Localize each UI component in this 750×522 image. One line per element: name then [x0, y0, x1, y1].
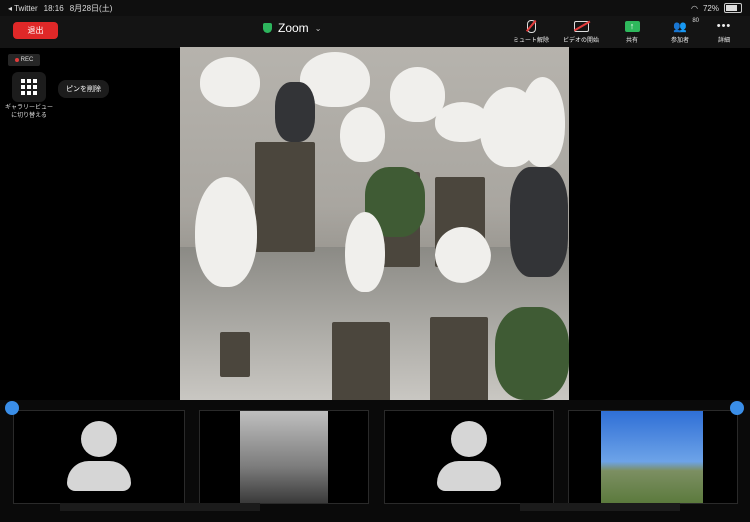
wooden-post: [255, 142, 315, 252]
start-video-label: ビデオの開始: [562, 38, 599, 44]
main-video-feed: [180, 47, 569, 400]
share-label: 共有: [625, 38, 638, 44]
wooden-post: [430, 317, 488, 400]
more-button[interactable]: ••• 詳細: [701, 18, 747, 44]
wooden-post: [332, 322, 390, 400]
meeting-title: Zoom: [278, 21, 309, 35]
leave-button[interactable]: 退出: [13, 22, 58, 39]
mic-off-icon: [526, 19, 536, 33]
egret: [345, 212, 385, 292]
egret: [340, 107, 385, 162]
wooden-post: [220, 332, 250, 377]
clock-time: 18:16: [43, 4, 64, 13]
battery-icon: [724, 3, 742, 13]
wifi-icon: ◠: [691, 3, 698, 13]
video-off-icon: [573, 20, 589, 32]
battery-percent: 72%: [702, 3, 719, 13]
back-to-app-link[interactable]: ◂ Twitter: [8, 4, 38, 13]
status-bar: ◂ Twitter 18:16 8月28日(土) ◠ 72%: [0, 0, 750, 16]
gallery-view-label: ギャラリービューに切り替える: [4, 105, 53, 119]
clock-date: 8月28日(土): [69, 4, 113, 13]
strip-scroll-indicator: [60, 503, 260, 511]
participant-tile[interactable]: [13, 410, 185, 504]
strip-scroll-indicator: [520, 503, 680, 511]
share-button[interactable]: ↑ 共有: [609, 18, 655, 44]
unpin-button[interactable]: ピンを削除: [58, 80, 109, 98]
chevron-down-icon: ⌄: [314, 23, 322, 33]
egret: [195, 177, 257, 287]
meeting-info-button[interactable]: Zoom ⌄: [263, 21, 321, 35]
avatar-icon: [451, 421, 487, 457]
participant-tile[interactable]: [199, 410, 369, 504]
grid-icon: [21, 79, 25, 83]
pin-indicator-icon: [5, 401, 19, 415]
more-dots-icon: •••: [716, 20, 732, 32]
egret: [200, 57, 260, 107]
shield-icon: [263, 23, 272, 33]
participants-label: 参加者: [670, 38, 689, 44]
more-label: 詳細: [717, 38, 730, 44]
participants-button[interactable]: 👥 80 参加者: [657, 18, 703, 44]
participants-count: 80: [692, 18, 699, 24]
rec-label: REC: [20, 57, 34, 63]
participant-tile[interactable]: [568, 410, 738, 504]
record-dot-icon: [14, 58, 19, 62]
avatar-icon: [81, 421, 117, 457]
recording-indicator: REC: [8, 54, 40, 66]
meeting-toolbar: 退出 Zoom ⌄ ミュート解除 ビデオの開始 ↑ 共有 👥 80 参加者 ••…: [0, 16, 750, 48]
gallery-view-button[interactable]: [12, 72, 46, 102]
unmute-label: ミュート解除: [512, 38, 549, 44]
dark-bird: [510, 167, 568, 277]
plant: [495, 307, 569, 400]
egret: [520, 77, 565, 167]
unmute-button[interactable]: ミュート解除: [508, 18, 554, 44]
share-screen-icon: ↑: [624, 20, 640, 32]
participant-tile[interactable]: [384, 410, 554, 504]
participants-icon: 👥: [673, 20, 687, 33]
start-video-button[interactable]: ビデオの開始: [558, 18, 604, 44]
pin-indicator-icon: [730, 401, 744, 415]
dark-bird: [275, 82, 315, 142]
